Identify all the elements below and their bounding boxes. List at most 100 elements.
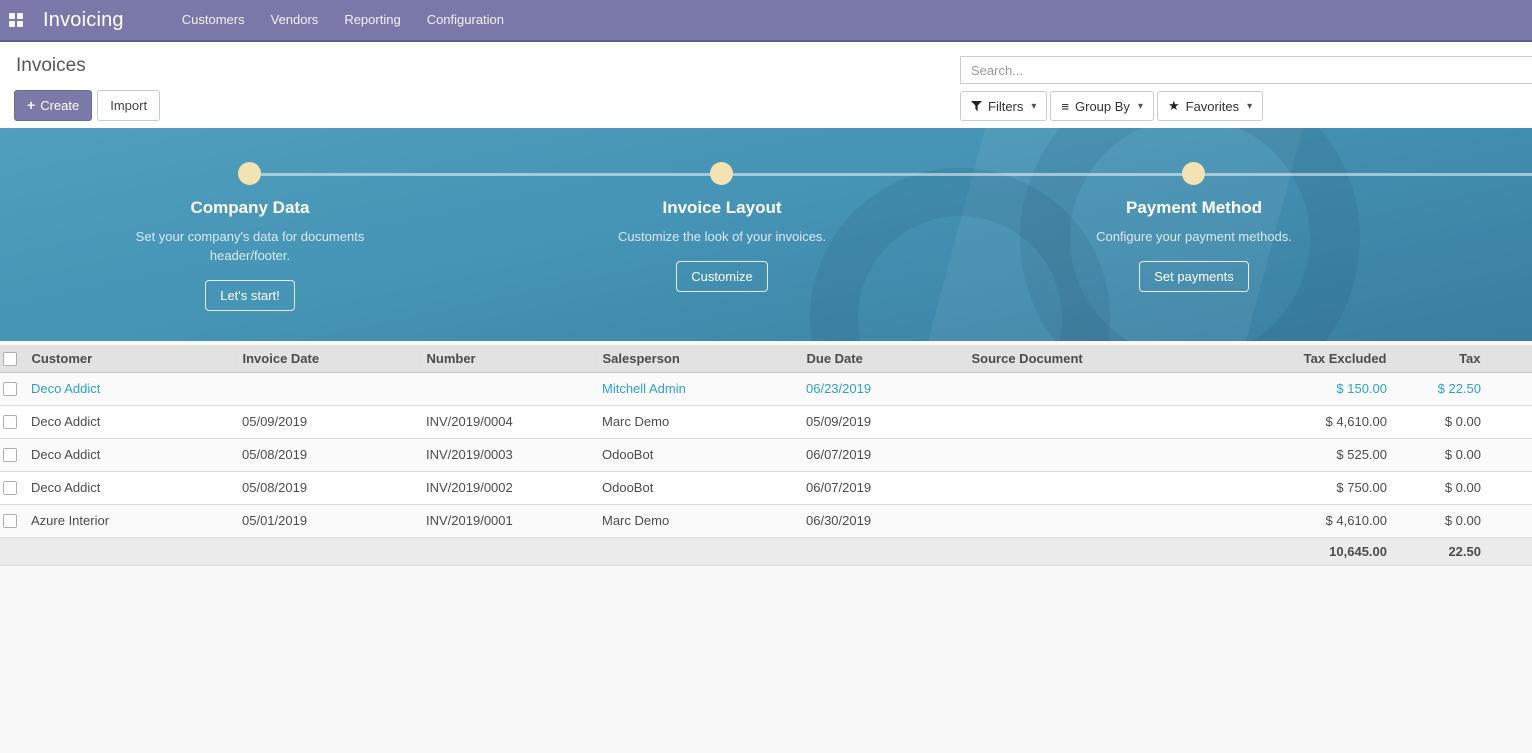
cell-customer[interactable]: Deco Addict [25,372,236,405]
cell-invoice-date[interactable]: 05/08/2019 [236,471,420,504]
cell-salesperson[interactable]: Mitchell Admin [596,372,800,405]
cell-customer[interactable]: Deco Addict [25,438,236,471]
cell-customer[interactable]: Azure Interior [25,504,236,537]
onboarding-step-payment-method: Payment Method Configure your payment me… [1054,198,1334,292]
cell-source-document[interactable] [965,471,1221,504]
table-row[interactable]: Deco Addict Mitchell Admin 06/23/2019 $ … [0,372,1532,405]
set-payments-button[interactable]: Set payments [1139,261,1249,292]
app-brand[interactable]: Invoicing [43,9,124,32]
cell-source-document[interactable] [965,504,1221,537]
search-input[interactable] [960,56,1532,84]
column-header-filler [1487,345,1532,372]
cell-invoice-date[interactable]: 05/08/2019 [236,438,420,471]
cell-salesperson[interactable]: Marc Demo [596,504,800,537]
row-checkbox[interactable] [3,415,17,429]
step-title: Company Data [110,198,390,218]
cell-number[interactable]: INV/2019/0002 [420,471,596,504]
cell-tax[interactable]: $ 0.00 [1393,405,1487,438]
step-description: Configure your payment methods. [1075,227,1313,246]
column-header-due-date[interactable]: Due Date [800,345,965,372]
cell-tax-excluded[interactable]: $ 525.00 [1221,438,1393,471]
nav-item-customers[interactable]: Customers [169,0,258,40]
cell-number[interactable]: INV/2019/0003 [420,438,596,471]
invoicing-app: Invoicing Customers Vendors Reporting Co… [0,0,1532,753]
nav-item-reporting[interactable]: Reporting [331,0,413,40]
invoice-table-body: Deco Addict Mitchell Admin 06/23/2019 $ … [0,372,1532,537]
cell-number[interactable]: INV/2019/0004 [420,405,596,438]
customize-button[interactable]: Customize [676,261,767,292]
cell-source-document[interactable] [965,372,1221,405]
cell-tax-excluded[interactable]: $ 4,610.00 [1221,405,1393,438]
cell-customer[interactable]: Deco Addict [25,471,236,504]
cell-number[interactable]: INV/2019/0001 [420,504,596,537]
row-checkbox[interactable] [3,448,17,462]
import-button[interactable]: Import [97,90,160,121]
cell-tax-excluded[interactable]: $ 150.00 [1221,372,1393,405]
column-header-source-document[interactable]: Source Document [965,345,1221,372]
table-row[interactable]: Deco Addict 05/08/2019 INV/2019/0003 Odo… [0,438,1532,471]
filters-button[interactable]: Filters ▾ [960,91,1047,121]
step-description: Set your company's data for documents he… [131,227,369,265]
row-checkbox-cell [0,471,25,504]
cell-salesperson[interactable]: Marc Demo [596,405,800,438]
control-panel: Invoices +Create Import Filters ▾ ≡ Grou… [0,42,1532,128]
cell-customer[interactable]: Deco Addict [25,405,236,438]
favorites-button[interactable]: ★ Favorites ▾ [1157,91,1263,121]
row-checkbox[interactable] [3,514,17,528]
nav-item-configuration[interactable]: Configuration [414,0,517,40]
group-by-icon: ≡ [1061,99,1069,114]
column-header-salesperson[interactable]: Salesperson [596,345,800,372]
cell-invoice-date[interactable]: 05/09/2019 [236,405,420,438]
nav-item-vendors[interactable]: Vendors [258,0,332,40]
step-dot-company-data [238,162,261,185]
funnel-icon [971,101,982,112]
lets-start-button[interactable]: Let's start! [205,280,295,311]
cell-tax[interactable]: $ 0.00 [1393,504,1487,537]
cell-due-date[interactable]: 06/23/2019 [800,372,965,405]
chevron-down-icon: ▾ [1247,101,1252,112]
cell-tax-excluded[interactable]: $ 750.00 [1221,471,1393,504]
onboarding-step-company-data: Company Data Set your company's data for… [110,198,390,311]
column-header-tax-excluded[interactable]: Tax Excluded [1221,345,1393,372]
cell-salesperson[interactable]: OdooBot [596,438,800,471]
cell-invoice-date[interactable]: 05/01/2019 [236,504,420,537]
create-button[interactable]: +Create [14,90,92,121]
cell-salesperson[interactable]: OdooBot [596,471,800,504]
cell-due-date[interactable]: 06/07/2019 [800,438,965,471]
group-by-button[interactable]: ≡ Group By ▾ [1050,91,1154,121]
plus-icon: + [27,97,35,113]
step-dot-payment-method [1182,162,1205,185]
cell-number[interactable] [420,372,596,405]
cell-invoice-date[interactable] [236,372,420,405]
column-header-number[interactable]: Number [420,345,596,372]
cell-source-document[interactable] [965,405,1221,438]
total-tax-excluded: 10,645.00 [1221,537,1393,565]
step-title: Invoice Layout [582,198,862,218]
cell-due-date[interactable]: 06/30/2019 [800,504,965,537]
onboarding-step-invoice-layout: Invoice Layout Customize the look of you… [582,198,862,292]
cell-tax[interactable]: $ 22.50 [1393,372,1487,405]
table-header-row: Customer Invoice Date Number Salesperson… [0,345,1532,372]
column-header-customer[interactable]: Customer [25,345,236,372]
step-dot-invoice-layout [710,162,733,185]
table-row[interactable]: Deco Addict 05/09/2019 INV/2019/0004 Mar… [0,405,1532,438]
table-row[interactable]: Deco Addict 05/08/2019 INV/2019/0002 Odo… [0,471,1532,504]
apps-menu-icon[interactable] [9,13,24,28]
cell-source-document[interactable] [965,438,1221,471]
onboarding-progress-line [250,173,1532,176]
cell-filler [1487,471,1532,504]
cell-due-date[interactable]: 06/07/2019 [800,471,965,504]
cell-tax[interactable]: $ 0.00 [1393,471,1487,504]
select-all-checkbox[interactable] [3,352,17,366]
row-checkbox[interactable] [3,382,17,396]
row-checkbox-cell [0,372,25,405]
invoice-list: Customer Invoice Date Number Salesperson… [0,345,1532,566]
row-checkbox[interactable] [3,481,17,495]
column-header-invoice-date[interactable]: Invoice Date [236,345,420,372]
cell-tax[interactable]: $ 0.00 [1393,438,1487,471]
cell-due-date[interactable]: 05/09/2019 [800,405,965,438]
totals-row: 10,645.00 22.50 [0,537,1532,565]
cell-tax-excluded[interactable]: $ 4,610.00 [1221,504,1393,537]
table-row[interactable]: Azure Interior 05/01/2019 INV/2019/0001 … [0,504,1532,537]
column-header-tax[interactable]: Tax [1393,345,1487,372]
